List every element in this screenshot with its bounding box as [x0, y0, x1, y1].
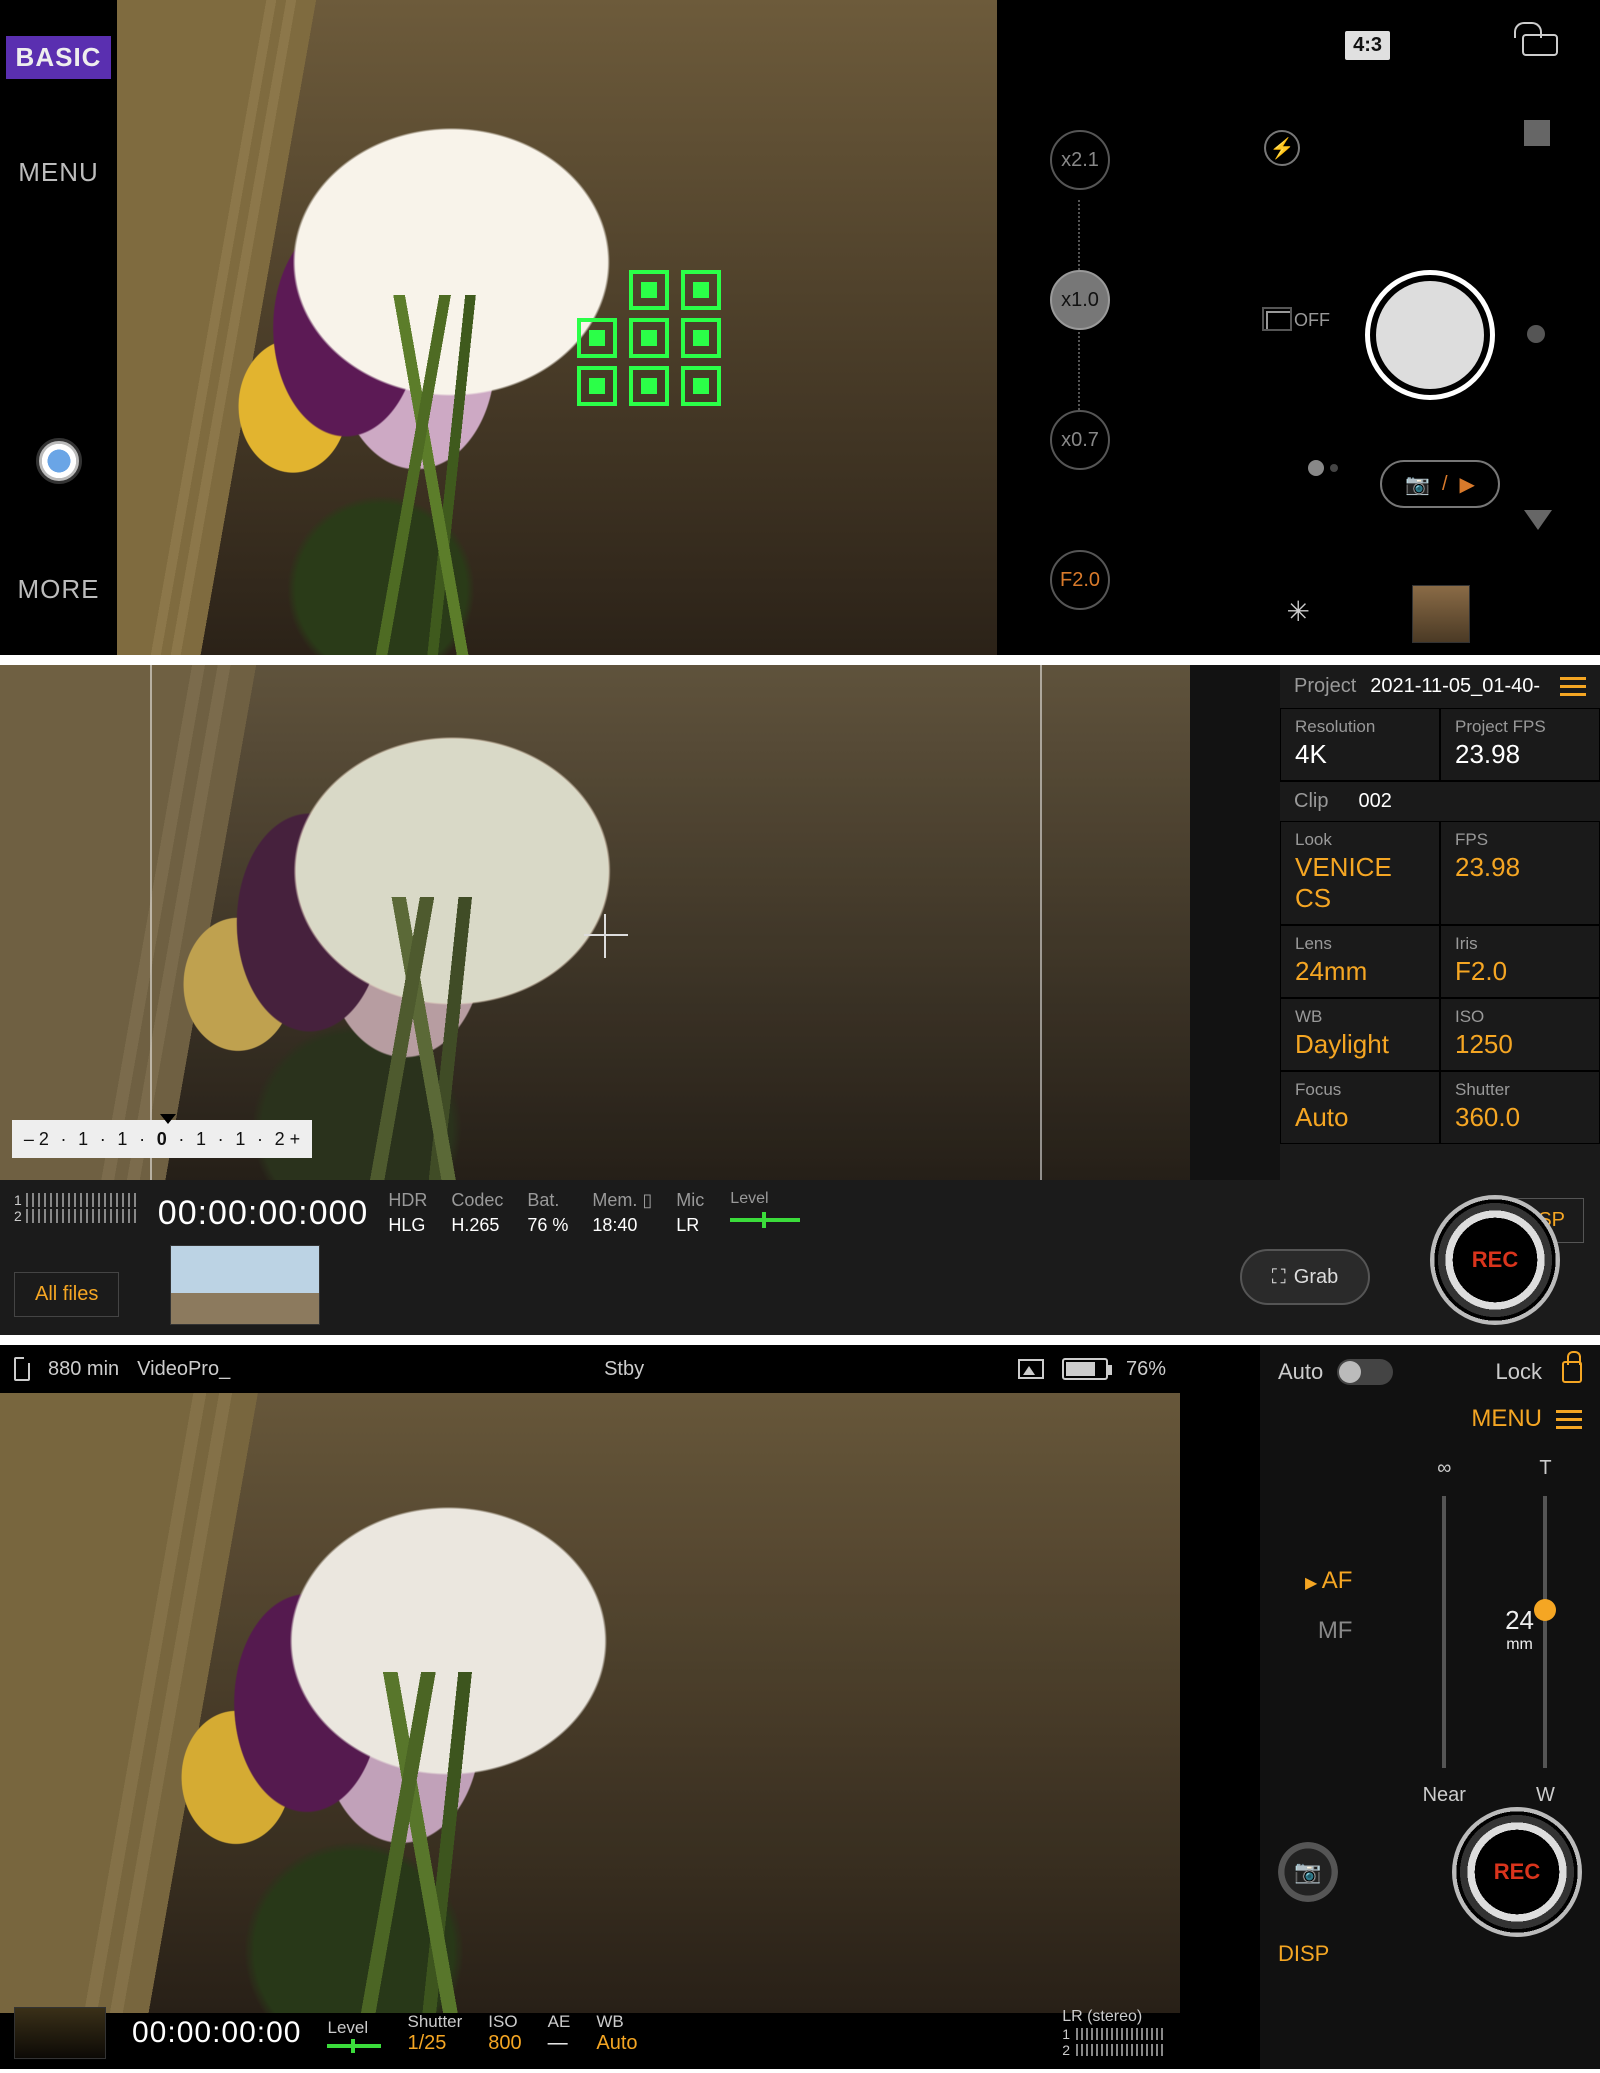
menu-button[interactable]: MENU: [18, 157, 99, 188]
frame-grab-icon: ⛶: [1272, 1266, 1286, 1289]
setting-look[interactable]: LookVENICE CS: [1280, 821, 1440, 925]
rec-button[interactable]: REC: [1452, 1807, 1582, 1937]
osd-shutter[interactable]: Shutter1/25: [407, 2012, 462, 2055]
switch-camera-icon[interactable]: [1520, 30, 1560, 60]
project-name[interactable]: 2021-11-05_01-40-: [1370, 675, 1546, 698]
af-points: [577, 270, 725, 406]
osd-iso[interactable]: ISO800: [488, 2012, 521, 2055]
all-files-button[interactable]: All files: [14, 1272, 119, 1317]
viewfinder[interactable]: [0, 1393, 1180, 2013]
status-bar: 880 min VideoPro_ Stby 76%: [0, 1345, 1180, 1393]
rec-button[interactable]: REC: [1430, 1195, 1560, 1325]
flash-button[interactable]: ⚡: [1264, 130, 1300, 166]
record-state: Stby: [604, 1358, 644, 1381]
video-pro-panel: 880 min VideoPro_ Stby 76% 00:00:00:00 L…: [0, 1345, 1600, 2069]
stat-battery: Bat.76 %: [527, 1190, 568, 1236]
audio-meter: 1 2: [14, 1192, 136, 1224]
mf-option[interactable]: MF: [1318, 1617, 1353, 1645]
clip-thumbnail[interactable]: [14, 2007, 106, 2059]
timecode: 00:00:00:00: [132, 2016, 301, 2050]
aperture-button[interactable]: F2.0: [1050, 550, 1110, 610]
setting-resolution[interactable]: Resolution4K: [1280, 708, 1440, 781]
bokeh-button[interactable]: [1308, 460, 1338, 476]
zoom-column: x2.1 x1.0 x0.7 F2.0: [1050, 130, 1110, 610]
auto-toggle[interactable]: [1337, 1359, 1393, 1385]
focus-slider[interactable]: ∞ Near: [1423, 1457, 1466, 1807]
clip-row[interactable]: Clip002: [1280, 781, 1600, 821]
project-label: Project: [1294, 675, 1356, 698]
storage-remaining: 880 min: [48, 1358, 119, 1381]
stat-codec[interactable]: CodecH.265: [451, 1190, 503, 1236]
zoom-x1.0[interactable]: x1.0: [1050, 270, 1110, 330]
setting-lens[interactable]: Lens24mm: [1280, 925, 1440, 998]
zoom-x0.7[interactable]: x0.7: [1050, 410, 1110, 470]
scene-icon: [1018, 1359, 1044, 1379]
setting-fps[interactable]: FPS23.98: [1440, 821, 1600, 925]
stat-mic[interactable]: MicLR: [676, 1190, 704, 1236]
battery-icon: [1062, 1358, 1108, 1380]
mode-dot-icon[interactable]: [1527, 325, 1545, 343]
ev-scale[interactable]: – 2·1·1·0·1·1·2 +: [12, 1120, 312, 1158]
storage-icon: [14, 1357, 30, 1381]
camera-basic-panel: BASIC MENU MORE 4:3 ⚡ x2.1 x1.0 x0.7 F2.…: [0, 0, 1600, 655]
photo-video-toggle[interactable]: 📷 / ▶: [1380, 460, 1500, 508]
video-icon: ▶: [1460, 472, 1475, 497]
cinema-pro-panel: – 2·1·1·0·1·1·2 + Project 2021-11-05_01-…: [0, 665, 1600, 1335]
osd-level: Level: [327, 2018, 381, 2048]
battery-percent: 76%: [1126, 1358, 1166, 1381]
camera-icon: 📷: [1294, 1859, 1321, 1885]
auto-label: Auto: [1278, 1359, 1323, 1385]
stat-hdr[interactable]: HDRHLG: [388, 1190, 427, 1236]
aspect-ratio-button[interactable]: 4:3: [1345, 31, 1390, 60]
lock-label: Lock: [1496, 1359, 1542, 1385]
osd-wb[interactable]: WBAuto: [596, 2012, 637, 2055]
shutter-button[interactable]: [1365, 270, 1495, 400]
focus-mode[interactable]: AF MF: [1305, 1567, 1352, 1807]
drive-mode-button[interactable]: OFF: [1266, 310, 1330, 331]
file-prefix: VideoPro_: [137, 1358, 230, 1381]
af-option[interactable]: AF: [1305, 1567, 1352, 1595]
viewfinder[interactable]: [117, 0, 997, 655]
timecode: 00:00:00:000: [158, 1194, 369, 1233]
zoom-slider[interactable]: T W 24 mm: [1536, 1457, 1555, 1807]
setting-iris[interactable]: IrisF2.0: [1440, 925, 1600, 998]
stop-icon[interactable]: [1524, 120, 1550, 146]
google-lens-icon[interactable]: [36, 438, 82, 484]
settings-sidebar: Project 2021-11-05_01-40- Resolution4K P…: [1280, 665, 1600, 1180]
more-button[interactable]: MORE: [18, 574, 100, 605]
osd-bar: 00:00:00:00 Level Shutter1/25 ISO800 AE—…: [0, 1997, 1180, 2069]
hamburger-icon[interactable]: [1556, 1410, 1582, 1429]
lock-icon[interactable]: [1562, 1361, 1582, 1383]
audio-meter: LR (stereo) 1 2: [1062, 2008, 1166, 2058]
disp-button[interactable]: DISP: [1260, 1937, 1600, 1981]
chevron-down-icon[interactable]: [1524, 510, 1552, 530]
zoom-x2.1[interactable]: x2.1: [1050, 130, 1110, 190]
control-sidebar: Auto Lock MENU AF MF ∞ Near T W: [1260, 1345, 1600, 2069]
hamburger-icon[interactable]: [1560, 677, 1586, 696]
level-indicator: Level: [730, 1190, 800, 1222]
mode-badge[interactable]: BASIC: [6, 36, 112, 79]
stat-memory: Mem. ▯18:40: [592, 1190, 652, 1236]
setting-focus[interactable]: FocusAuto: [1280, 1071, 1440, 1144]
grab-button[interactable]: ⛶Grab: [1240, 1249, 1370, 1305]
menu-button[interactable]: MENU: [1471, 1405, 1542, 1433]
color-tone-icon[interactable]: ✳: [1287, 595, 1310, 628]
osd-ae[interactable]: AE—: [548, 2012, 571, 2055]
setting-wb[interactable]: WBDaylight: [1280, 998, 1440, 1071]
setting-project-fps[interactable]: Project FPS23.98: [1440, 708, 1600, 781]
still-capture-button[interactable]: 📷: [1278, 1842, 1338, 1902]
setting-shutter[interactable]: Shutter360.0: [1440, 1071, 1600, 1144]
clip-thumbnail[interactable]: [170, 1245, 320, 1325]
last-shot-thumbnail[interactable]: [1412, 585, 1470, 643]
setting-iso[interactable]: ISO1250: [1440, 998, 1600, 1071]
camera-icon: 📷: [1405, 472, 1430, 497]
center-cross-icon: [590, 920, 620, 950]
